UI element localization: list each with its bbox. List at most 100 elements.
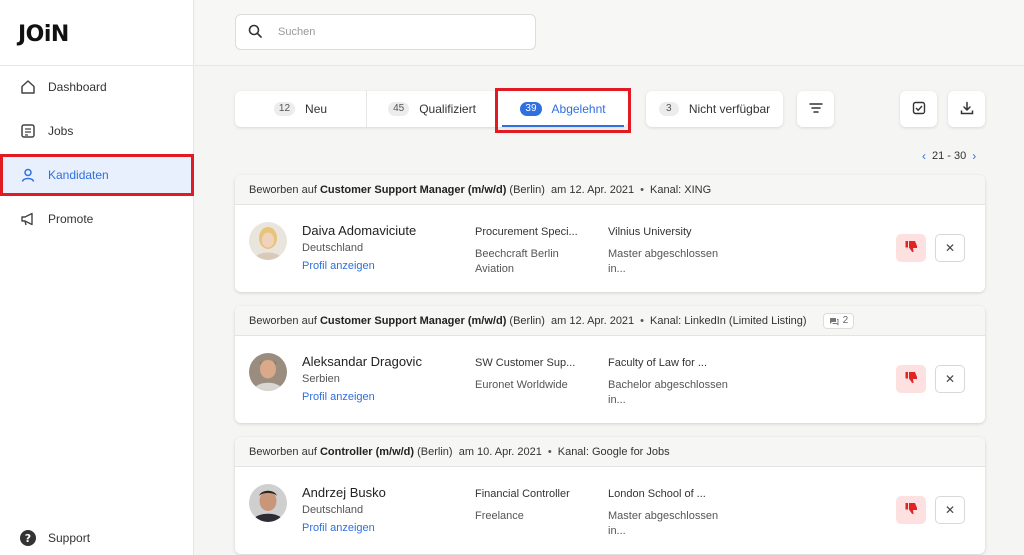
tab-nicht-verfuegbar[interactable]: 3 Nicht verfügbar [646, 91, 783, 127]
close-icon: ✕ [944, 241, 956, 255]
degree-text: Bachelor abgeschlossen in... [608, 379, 728, 406]
job-title[interactable]: Customer Support Manager (m/w/d) [320, 315, 506, 327]
separator-dot: • [640, 183, 645, 196]
job-title[interactable]: Controller (m/w/d) [320, 446, 414, 458]
thumbs-down-icon [905, 371, 918, 387]
tab-count: 45 [388, 102, 410, 116]
status-tabs: 12 Neu 45 Qualifiziert 39 Abgelehnt [235, 91, 628, 127]
dismiss-button[interactable]: ✕ [935, 234, 965, 262]
position-text: SW Customer Sup... [475, 357, 576, 369]
sidebar-divider [0, 65, 194, 66]
application-info: Beworben auf Customer Support Manager (m… [235, 306, 985, 336]
degree-text: Master abgeschlossen in... [608, 510, 719, 537]
job-location: (Berlin) [417, 445, 453, 458]
sidebar-item-jobs[interactable]: Jobs [0, 111, 194, 151]
sidebar: JOiN Dashboard Jobs Kandidaten Promote ?… [0, 0, 194, 555]
checkbox-icon [912, 101, 926, 118]
company-text: Euronet Worldwide [475, 379, 568, 391]
filter-button[interactable] [797, 91, 834, 127]
top-header [195, 0, 1024, 66]
reject-button[interactable] [896, 496, 926, 524]
tab-label: Qualifiziert [419, 102, 476, 116]
applied-date: am 10. Apr. 2021 [458, 445, 542, 458]
sidebar-item-promote[interactable]: Promote [0, 199, 194, 239]
company-text: Freelance [475, 510, 524, 522]
channel: Kanal: Google for Jobs [557, 445, 670, 458]
dismiss-button[interactable]: ✕ [935, 496, 965, 524]
school-text: London School of ... [608, 488, 706, 500]
education-column: Faculty of Law for ... Bachelor abgeschl… [608, 356, 728, 408]
applied-date: am 12. Apr. 2021 [551, 183, 635, 196]
experience-column: Financial Controller Freelance [475, 487, 585, 524]
channel: Kanal: LinkedIn (Limited Listing) [650, 314, 807, 327]
school-text: Vilnius University [608, 226, 692, 238]
support-link[interactable]: ? Support [19, 529, 90, 547]
close-icon: ✕ [944, 503, 956, 517]
sidebar-item-label: Dashboard [48, 80, 107, 94]
school-text: Faculty of Law for ... [608, 357, 708, 369]
applied-prefix: Beworben auf [249, 445, 317, 458]
search-box[interactable] [235, 14, 536, 50]
application-info: Beworben auf Customer Support Manager (m… [235, 175, 985, 205]
position-text: Procurement Speci... [475, 226, 578, 238]
candidate-country: Deutschland [302, 504, 364, 516]
sidebar-item-kandidaten[interactable]: Kandidaten [0, 154, 194, 196]
tab-qualifiziert[interactable]: 45 Qualifiziert [366, 91, 497, 127]
message-count: 2 [842, 315, 849, 326]
prev-page-icon[interactable]: ‹ [922, 149, 926, 163]
download-icon [960, 101, 974, 118]
sidebar-item-dashboard[interactable]: Dashboard [0, 67, 194, 107]
separator-dot: • [640, 314, 645, 327]
reject-button[interactable] [896, 365, 926, 393]
thumbs-down-icon [905, 240, 918, 256]
tab-label: Abgelehnt [551, 102, 606, 116]
candidate-card: Beworben auf Customer Support Manager (m… [235, 306, 985, 423]
support-label: Support [48, 531, 91, 545]
job-title[interactable]: Customer Support Manager (m/w/d) [320, 184, 506, 196]
application-info: Beworben auf Controller (m/w/d) (Berlin)… [235, 437, 985, 467]
search-input[interactable] [278, 26, 498, 38]
tab-count: 3 [658, 102, 679, 116]
position-text: Financial Controller [475, 488, 570, 500]
join-logo[interactable]: JOiN [18, 22, 69, 47]
jobs-icon [19, 122, 37, 140]
education-column: Vilnius University Master abgeschlossen … [608, 225, 728, 277]
candidate-card: Beworben auf Customer Support Manager (m… [235, 175, 985, 292]
download-button[interactable] [948, 91, 985, 127]
job-location: (Berlin) [509, 314, 545, 327]
applied-prefix: Beworben auf [249, 183, 317, 196]
avatar[interactable] [249, 222, 287, 260]
candidate-name[interactable]: Aleksandar Dragovic [302, 354, 422, 369]
avatar[interactable] [249, 484, 287, 522]
chat-icon [829, 317, 839, 325]
reject-button[interactable] [896, 234, 926, 262]
view-profile-link[interactable]: Profil anzeigen [302, 391, 375, 403]
select-all-button[interactable] [900, 91, 937, 127]
avatar[interactable] [249, 353, 287, 391]
tab-neu[interactable]: 12 Neu [235, 91, 366, 127]
filter-icon [808, 102, 823, 117]
applied-date: am 12. Apr. 2021 [551, 314, 635, 327]
dismiss-button[interactable]: ✕ [935, 365, 965, 393]
pagination: ‹ 21 - 30 › [922, 149, 976, 163]
next-page-icon[interactable]: › [972, 149, 976, 163]
megaphone-icon [19, 210, 37, 228]
search-icon [248, 24, 262, 41]
candidate-country: Deutschland [302, 242, 364, 254]
view-profile-link[interactable]: Profil anzeigen [302, 260, 375, 272]
help-icon: ? [19, 529, 37, 547]
tab-abgelehnt[interactable]: 39 Abgelehnt [497, 91, 628, 127]
message-count-badge[interactable]: 2 [822, 312, 855, 329]
tab-count: 12 [273, 102, 296, 116]
close-icon: ✕ [944, 372, 956, 386]
sidebar-item-label: Kandidaten [48, 168, 109, 182]
svg-text:?: ? [25, 532, 31, 545]
candidate-country: Serbien [302, 373, 340, 385]
candidate-name[interactable]: Daiva Adomaviciute [302, 223, 416, 238]
view-profile-link[interactable]: Profil anzeigen [302, 522, 375, 534]
tab-label: Nicht verfügbar [688, 102, 771, 116]
candidate-name[interactable]: Andrzej Busko [302, 485, 386, 500]
job-location: (Berlin) [509, 183, 545, 196]
tab-count: 39 [520, 102, 542, 116]
experience-column: SW Customer Sup... Euronet Worldwide [475, 356, 585, 393]
